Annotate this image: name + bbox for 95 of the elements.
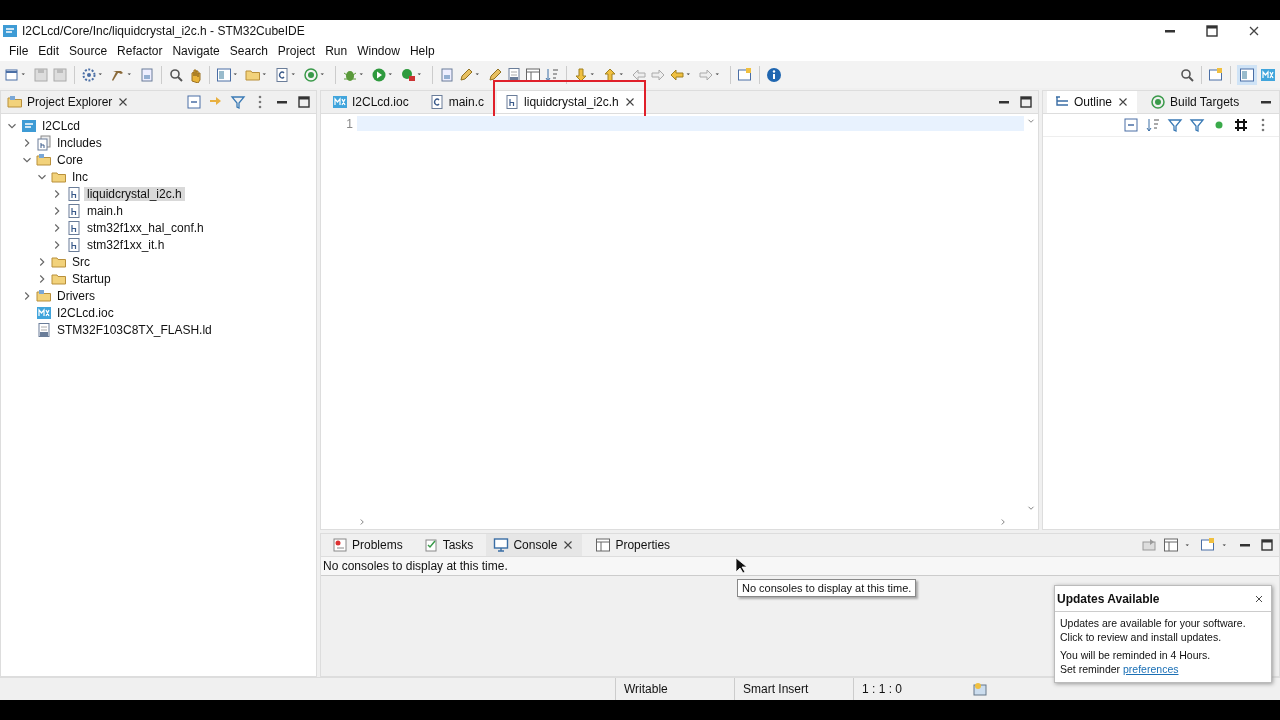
status-field: 1 : 1 : 0 — [853, 678, 972, 700]
includes-icon — [36, 134, 52, 151]
run-icon[interactable] — [371, 66, 387, 83]
tab[interactable]: I2CLcd.ioc — [325, 91, 416, 113]
notification-text: Click to review and install updates. — [1060, 630, 1223, 644]
highlight-icon[interactable] — [487, 66, 503, 83]
tasks-icon — [422, 537, 439, 553]
project-icon — [21, 117, 37, 134]
header-file-icon — [66, 185, 82, 202]
close-icon[interactable] — [1253, 593, 1265, 605]
panel-title: Project Explorer — [27, 95, 113, 109]
console-message: No consoles to display at this time. — [321, 557, 1279, 576]
header-file-icon — [504, 94, 521, 110]
status-field: Writable — [615, 678, 734, 700]
status-field: Smart Insert — [734, 678, 853, 700]
tree-item[interactable]: main.h — [84, 203, 127, 218]
tree-item[interactable]: Drivers — [54, 288, 98, 303]
source-folder-icon — [36, 151, 52, 168]
tooltip: No consoles to display at this time. — [737, 579, 917, 597]
menu-item[interactable]: Navigate — [167, 42, 225, 60]
sort-icon[interactable] — [1145, 117, 1161, 133]
c-file-icon — [428, 94, 445, 110]
collapse-all-icon[interactable] — [186, 94, 202, 110]
preferences-link[interactable]: preferences — [1123, 663, 1179, 675]
properties-icon — [595, 537, 612, 553]
c-perspective-icon[interactable] — [1239, 66, 1255, 83]
tree-item[interactable]: Src — [69, 254, 93, 269]
menu-item[interactable]: Help — [404, 42, 440, 60]
header-file-icon — [66, 202, 82, 219]
source-folder-icon — [36, 287, 52, 304]
tab[interactable]: Problems — [325, 534, 410, 556]
menu-item[interactable]: Source — [64, 42, 113, 60]
file-icon[interactable] — [506, 66, 522, 83]
menu-item[interactable]: File — [4, 42, 34, 60]
header-file-icon — [66, 236, 82, 253]
menu-item[interactable]: Run — [320, 42, 353, 60]
tree-item[interactable]: I2CLcd — [39, 118, 84, 133]
tree-item[interactable]: Startup — [69, 271, 114, 286]
tree-item[interactable]: Inc — [69, 169, 91, 184]
mx-perspective-icon[interactable] — [1260, 66, 1276, 83]
collapse-all-icon[interactable] — [1123, 117, 1139, 133]
down-arrow-icon[interactable] — [573, 66, 589, 83]
tab[interactable]: liquidcrystal_i2c.h — [497, 91, 644, 113]
mx-file-icon — [332, 94, 348, 110]
up-arrow-icon[interactable] — [602, 66, 618, 83]
reminder-link-text: Set reminder preferences — [1060, 662, 1180, 676]
tree-item[interactable]: I2CLcd.ioc — [54, 305, 117, 320]
zoom-icon[interactable] — [168, 66, 184, 83]
new-project-icon[interactable] — [216, 66, 232, 83]
tab[interactable]: Tasks — [415, 534, 481, 556]
reminder-text: You will be reminded in 4 Hours. — [1060, 648, 1212, 662]
hash-icon[interactable] — [1233, 117, 1249, 133]
tree-item[interactable]: STM32F103C8TX_FLASH.ld — [54, 322, 215, 337]
maximize-icon[interactable] — [1204, 22, 1220, 39]
tab[interactable]: Properties — [588, 534, 678, 556]
open-console-icon[interactable] — [1200, 537, 1216, 553]
tree-item[interactable]: liquidcrystal_i2c.h — [84, 186, 185, 201]
target-icon — [1150, 94, 1167, 110]
filter-icon[interactable] — [230, 94, 246, 110]
tree-item[interactable]: stm32f1xx_it.h — [84, 237, 168, 252]
new-c-file-icon[interactable] — [274, 66, 290, 83]
maximize-icon[interactable] — [1018, 94, 1034, 110]
open-window-icon[interactable] — [737, 66, 753, 83]
notification-text: Updates are available for your software. — [1060, 616, 1247, 630]
tab[interactable]: Outline — [1047, 91, 1138, 113]
tab[interactable]: Console — [486, 534, 583, 556]
info-icon[interactable] — [766, 66, 782, 83]
line-number: 1 — [345, 117, 353, 131]
tab[interactable]: main.c — [421, 91, 492, 113]
tree-item[interactable]: Includes — [54, 135, 105, 150]
maximize-icon[interactable] — [296, 94, 312, 110]
menu-item[interactable]: Window — [352, 42, 405, 60]
search-icon[interactable] — [1179, 66, 1195, 83]
menu-item[interactable]: Edit — [33, 42, 65, 60]
window-title: I2CLcd/Core/Inc/liquidcrystal_i2c.h - STM32CubeIDE — [22, 23, 305, 38]
tree-item[interactable]: stm32f1xx_hal_conf.h — [84, 220, 207, 235]
tree-item[interactable]: Core — [54, 152, 86, 167]
mx-file-icon — [36, 304, 52, 321]
run-external-icon[interactable] — [400, 66, 416, 83]
menu-item[interactable]: Project — [272, 42, 321, 60]
linker-file-icon — [36, 321, 52, 338]
maximize-icon[interactable] — [1259, 537, 1275, 553]
new-file-icon[interactable] — [4, 66, 20, 83]
console-icon — [493, 537, 510, 553]
pencil-icon[interactable] — [458, 66, 474, 83]
gear-icon[interactable] — [81, 66, 97, 83]
folder-icon — [7, 94, 23, 110]
perspective-icon[interactable] — [1208, 66, 1224, 83]
menu-item[interactable]: Search — [224, 42, 273, 60]
tab[interactable]: Build Targets — [1143, 91, 1247, 113]
menu-item[interactable]: Refactor — [112, 42, 168, 60]
pin-icon[interactable] — [1141, 537, 1157, 553]
header-file-icon — [66, 219, 82, 236]
problems-icon — [332, 537, 348, 553]
notification-title: Updates Available — [1057, 592, 1160, 606]
